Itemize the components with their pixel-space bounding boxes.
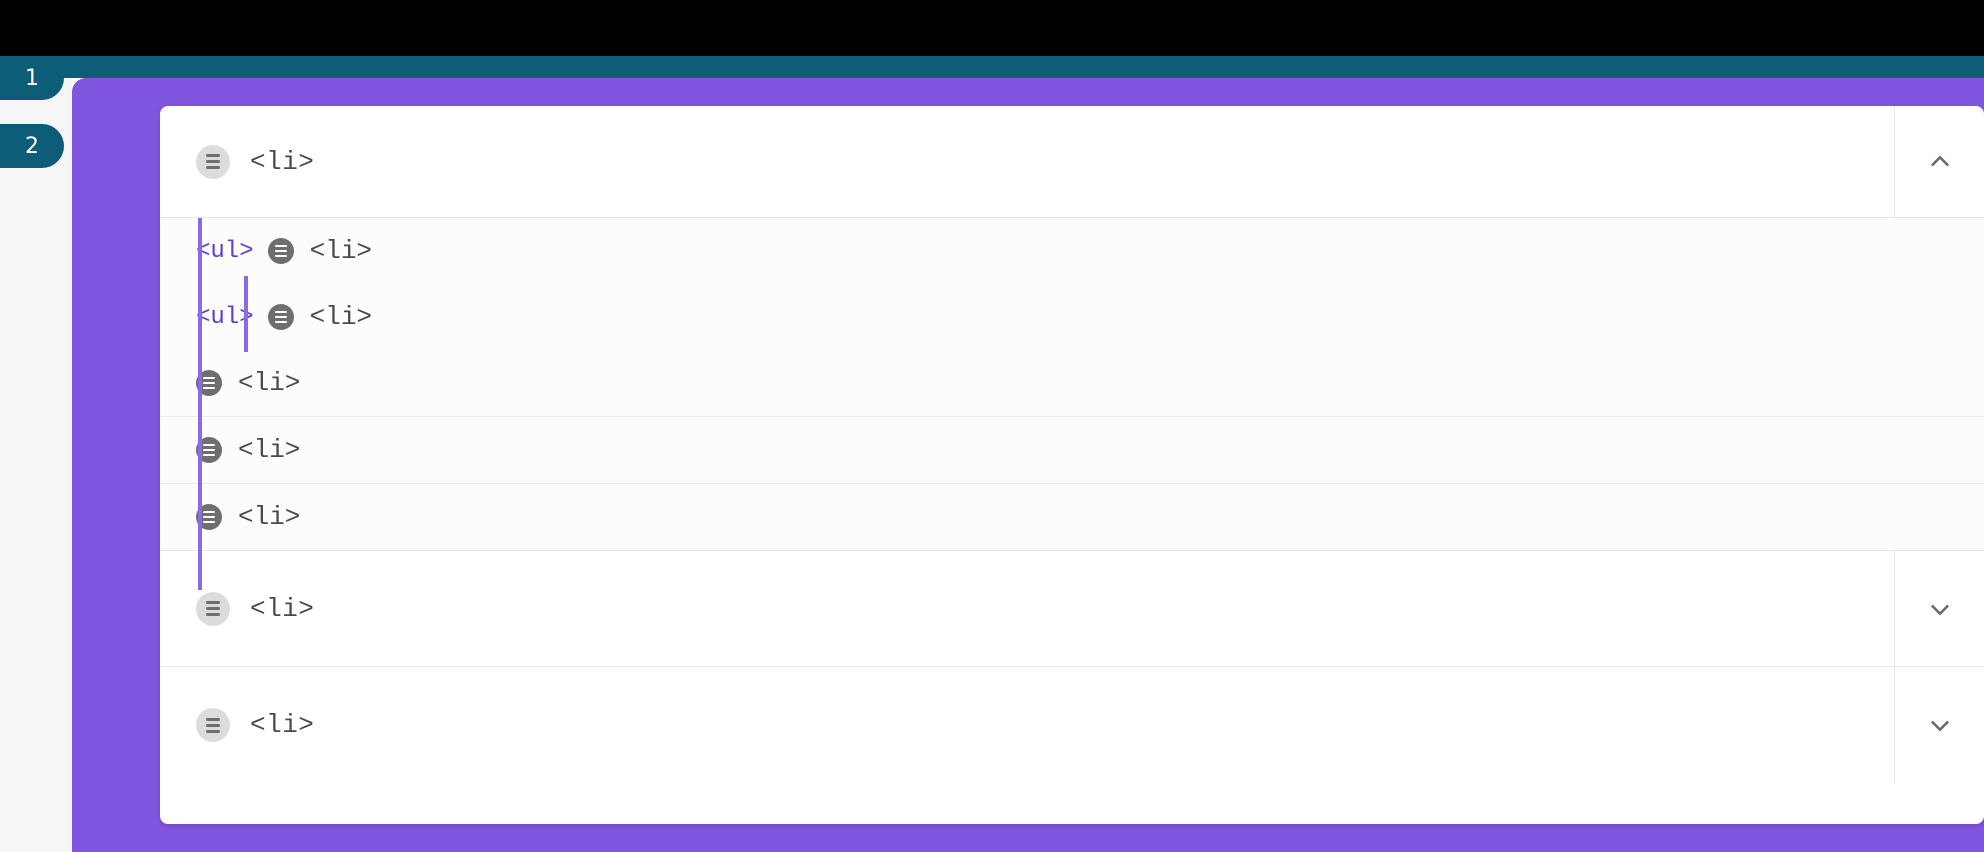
row-numbers: 1 2 [0, 56, 64, 192]
teal-strip [0, 56, 1984, 78]
tree-row-li-expanded[interactable]: <li> [160, 106, 1984, 218]
tree-line-li-4[interactable]: <li> [160, 417, 1984, 484]
left-gutter [0, 78, 72, 852]
tree-line-ul-1[interactable]: <ul> <li> [160, 218, 1984, 284]
tree-line-label: <li> [238, 435, 300, 465]
expand-button[interactable] [1894, 551, 1984, 666]
bullet-icon [196, 708, 230, 742]
tree-panel: <li> <ul> <li> <ul> <li> [160, 106, 1984, 824]
caret-left-icon [144, 111, 160, 129]
chevron-up-icon [1926, 148, 1954, 176]
bullet-icon [196, 592, 230, 626]
tree-line-ul-2[interactable]: <ul> <li> [160, 284, 1984, 350]
ul-tag-label: <ul> [196, 238, 254, 265]
row-number-1[interactable]: 1 [0, 56, 64, 100]
bullet-icon [268, 238, 294, 264]
expand-button[interactable] [1894, 667, 1984, 783]
top-black-bar [0, 0, 1984, 56]
tree-row-label: <li> [250, 710, 314, 740]
collapse-button[interactable] [1894, 106, 1984, 217]
chevron-down-icon [1926, 595, 1954, 623]
tree-line-li-3[interactable]: <li> [160, 350, 1984, 417]
bullet-icon [268, 304, 294, 330]
chevron-down-icon [1926, 711, 1954, 739]
row-number-2[interactable]: 2 [0, 124, 64, 168]
tree-row-li-collapsed-1[interactable]: <li> [160, 551, 1984, 667]
tree-line-label: <li> [310, 236, 372, 266]
tree-row-label: <li> [250, 594, 314, 624]
tree-row-label: <li> [250, 147, 314, 177]
bullet-icon [196, 145, 230, 179]
tree-line-li-5[interactable]: <li> [160, 484, 1984, 550]
tree-guide-line-1 [198, 218, 202, 590]
tree-line-label: <li> [310, 302, 372, 332]
tree-guide-line-2 [244, 276, 248, 352]
tree-expanded-group: <ul> <li> <ul> <li> <li> <li> [160, 218, 1984, 551]
tree-row-li-collapsed-2[interactable]: <li> [160, 667, 1984, 783]
tree-line-label: <li> [238, 502, 300, 532]
tree-line-label: <li> [238, 368, 300, 398]
